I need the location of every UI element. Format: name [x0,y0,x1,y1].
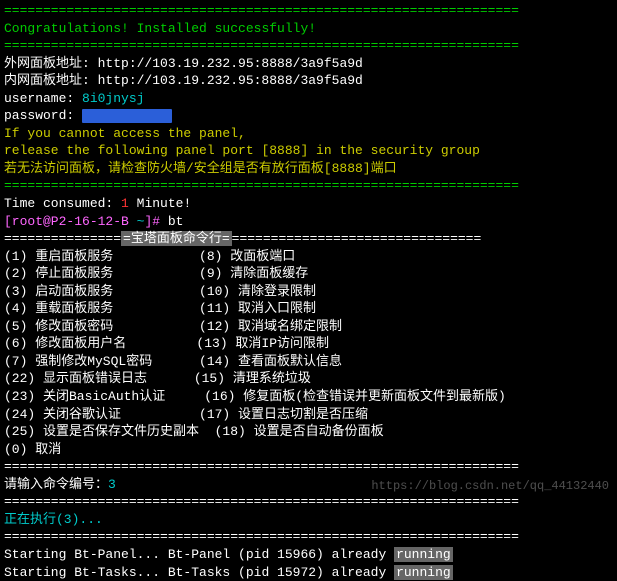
int-label: 内网面板地址: [4,73,98,88]
password-label: password: [4,108,82,123]
menu-item: (5) 修改面板密码 (12) 取消域名绑定限制 [4,318,613,336]
ext-label: 外网面板地址: [4,56,98,71]
divider: ========================================… [4,2,613,20]
cmd-input-label: 请输入命令编号： [4,477,108,492]
time-line: Time consumed: 1 Minute! [4,195,613,213]
divider: ========================================… [4,458,613,476]
warn3: 若无法访问面板，请检查防火墙/安全组是否有放行面板[8888]端口 [4,160,613,178]
menu-item: (25) 设置是否保存文件历史副本 (18) 设置是否自动备份面板 [4,423,613,441]
menu-div-l: =============== [4,231,121,246]
time-label: Time consumed: [4,196,121,211]
prompt-user: [root@P2-16-12-B [4,214,137,229]
username-label: username: [4,91,82,106]
executing: 正在执行(3)... [4,511,613,529]
password-line: password: [4,107,613,125]
watermark: https://blog.csdn.net/qq_44132440 [371,478,609,494]
menu-item: (4) 重载面板服务 (11) 取消入口限制 [4,300,613,318]
start-tasks: Starting Bt-Tasks... Bt-Tasks (pid 15972… [4,564,613,581]
internal-panel: 内网面板地址: http://103.19.232.95:8888/3a9f5a… [4,72,613,90]
username-value: 8i0jnysj [82,91,144,106]
menu-item: (6) 修改面板用户名 (13) 取消IP访问限制 [4,335,613,353]
ext-url: http://103.19.232.95:8888/3a9f5a9d [98,56,363,71]
username-line: username: 8i0jnysj [4,90,613,108]
start1b: running [394,547,453,562]
warn2: release the following panel port [8888] … [4,142,613,160]
divider: ========================================… [4,177,613,195]
time-value: 1 [121,196,129,211]
time-unit: Minute! [129,196,191,211]
start-panel: Starting Bt-Panel... Bt-Panel (pid 15966… [4,546,613,564]
congrats: Congratulations! Installed successfully! [4,20,613,38]
prompt-end: ]# [144,214,167,229]
divider: ========================================… [4,493,613,511]
menu-header: ================宝塔面板命令行=================… [4,230,613,248]
shell-prompt[interactable]: [root@P2-16-12-B ~]# bt [4,213,613,231]
menu-item: (24) 关闭谷歌认证 (17) 设置日志切割是否压缩 [4,406,613,424]
int-url: http://103.19.232.95:8888/3a9f5a9d [98,73,363,88]
warn1: If you cannot access the panel, [4,125,613,143]
menu-item: (2) 停止面板服务 (9) 清除面板缓存 [4,265,613,283]
cmd-input-value: 3 [108,477,116,492]
menu-item: (22) 显示面板错误日志 (15) 清理系统垃圾 [4,370,613,388]
menu-item: (0) 取消 [4,441,613,459]
password-hidden [82,109,172,123]
divider: ========================================… [4,528,613,546]
start2a: Starting Bt-Tasks... Bt-Tasks (pid 15972… [4,565,394,580]
menu-div-r: ================================ [232,231,482,246]
menu-item: (23) 关闭BasicAuth认证 (16) 修复面板(检查错误并更新面板文件… [4,388,613,406]
start2b: running [394,565,453,580]
menu-item: (3) 启动面板服务 (10) 清除登录限制 [4,283,613,301]
external-panel: 外网面板地址: http://103.19.232.95:8888/3a9f5a… [4,55,613,73]
menu-item: (7) 强制修改MySQL密码 (14) 查看面板默认信息 [4,353,613,371]
start1a: Starting Bt-Panel... Bt-Panel (pid 15966… [4,547,394,562]
menu-item: (1) 重启面板服务 (8) 改面板端口 [4,248,613,266]
prompt-cmd: bt [168,214,184,229]
divider: ========================================… [4,37,613,55]
menu-title: =宝塔面板命令行= [121,231,232,246]
